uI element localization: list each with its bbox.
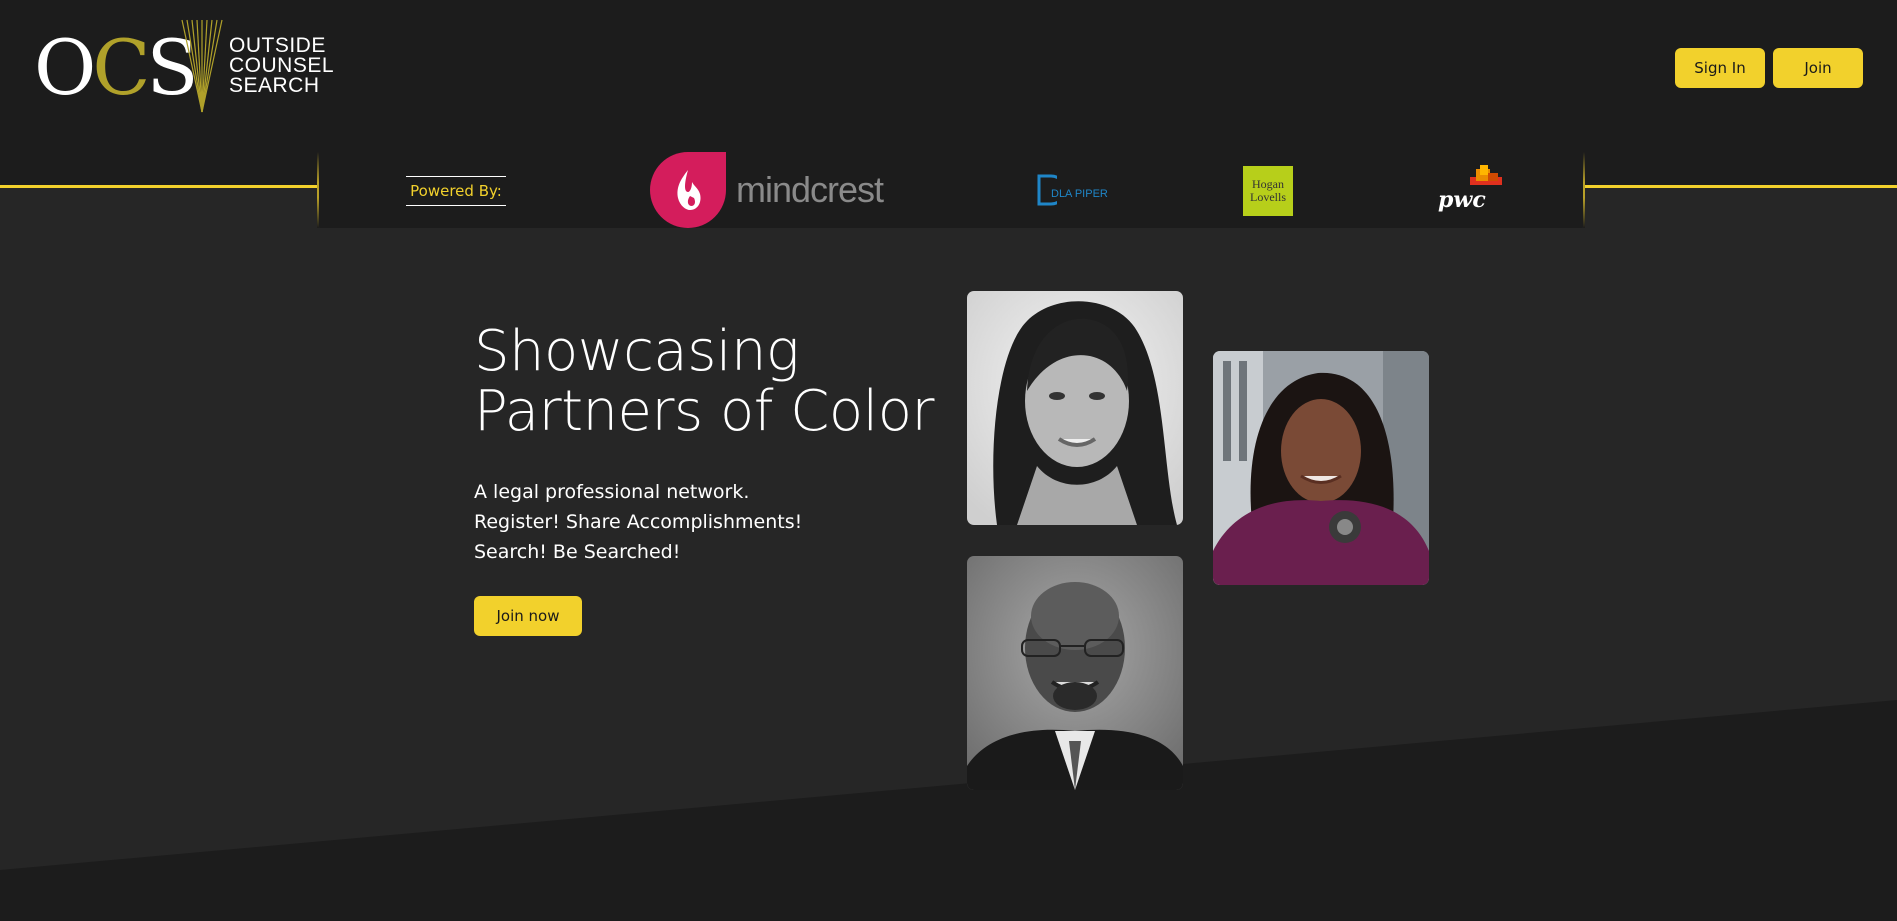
hero-sub-line3: Search! Be Searched! xyxy=(474,541,681,563)
divider-line-left xyxy=(0,185,318,188)
logo-line-outside: OUTSIDE xyxy=(229,34,326,57)
hero-subtitle: A legal professional network. Register! … xyxy=(474,477,894,567)
portrait-woman-bw-icon xyxy=(967,291,1183,525)
portrait-woman-color-icon xyxy=(1213,351,1429,585)
pwc-blocks-icon xyxy=(1470,165,1502,185)
lovells-text: Lovells xyxy=(1250,190,1286,204)
mindcrest-wordmark: mindcrest xyxy=(736,169,884,210)
logo-letters: OCS xyxy=(34,23,199,112)
portrait-man-bw-icon xyxy=(967,556,1183,790)
hogan-lovells-logo[interactable]: Hogan Lovells xyxy=(1243,166,1293,216)
mindcrest-flame-icon xyxy=(650,152,726,228)
divider-line-right xyxy=(1584,185,1897,188)
powered-by-label: Powered By: xyxy=(406,176,506,206)
join-button[interactable]: Join xyxy=(1773,48,1863,88)
hero-title: Showcasing Partners of Color xyxy=(474,322,974,442)
partner-bar: Powered By: mindcrest DLA PIPER Hogan Lo… xyxy=(317,152,1585,228)
dla-piper-logo[interactable]: DLA PIPER xyxy=(1037,172,1108,208)
ocs-logo[interactable]: OCS OUTSIDE COUNSEL SEARCH xyxy=(34,18,344,114)
logo-line-counsel: COUNSEL xyxy=(229,54,335,77)
sign-in-button[interactable]: Sign In xyxy=(1675,48,1765,88)
pwc-logo[interactable]: pwc xyxy=(1432,165,1502,215)
hero-sub-line1: A legal professional network. xyxy=(474,481,750,503)
background-slant xyxy=(0,700,1897,921)
partner-bar-edge-left xyxy=(317,152,319,228)
mindcrest-logo[interactable]: mindcrest xyxy=(650,152,884,228)
logo-line-search: SEARCH xyxy=(229,74,320,97)
pwc-wordmark: pwc xyxy=(1438,187,1486,213)
dla-piper-text: DLA PIPER xyxy=(1051,188,1108,200)
partner-photo-1 xyxy=(967,291,1183,525)
hero-title-line2: Partners of Color xyxy=(474,379,934,444)
logo-fan-icon xyxy=(181,19,223,113)
partner-photo-3 xyxy=(967,556,1183,790)
hero-title-line1: Showcasing xyxy=(474,319,800,384)
partner-photo-2 xyxy=(1213,351,1429,585)
hero-sub-line2: Register! Share Accomplishments! xyxy=(474,511,803,533)
logo-wordmark: OUTSIDE COUNSEL SEARCH xyxy=(229,34,335,97)
partner-bar-edge-right xyxy=(1583,152,1585,228)
join-now-button[interactable]: Join now xyxy=(474,596,582,636)
